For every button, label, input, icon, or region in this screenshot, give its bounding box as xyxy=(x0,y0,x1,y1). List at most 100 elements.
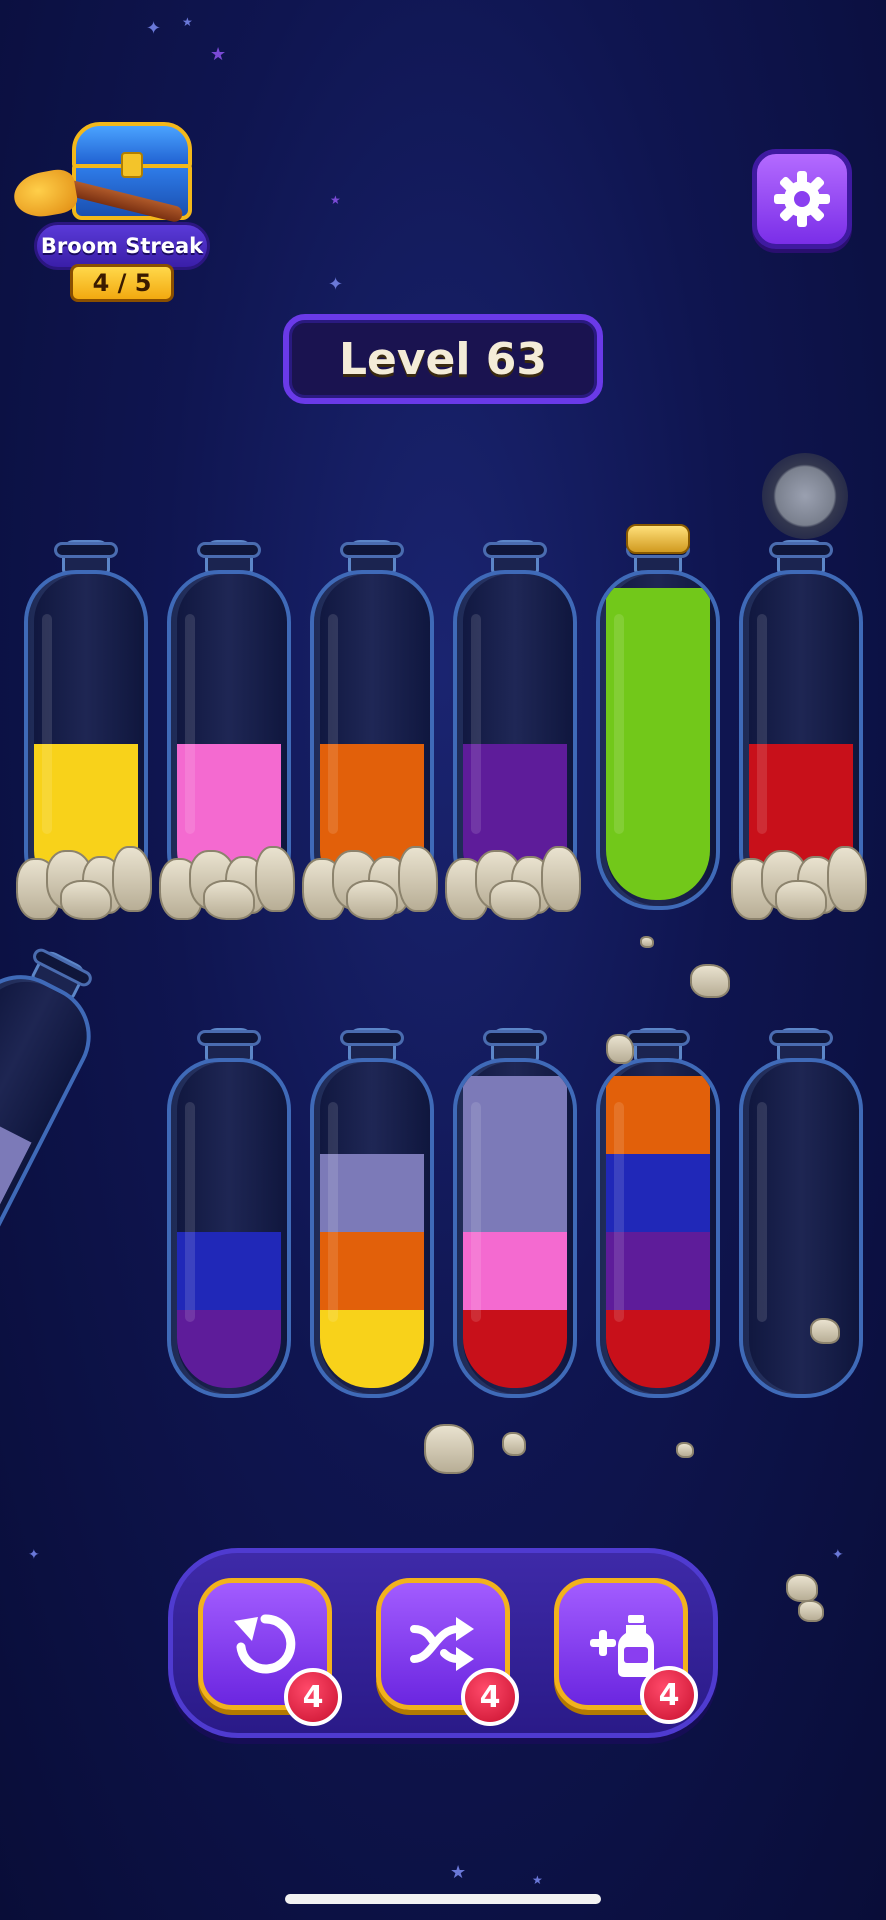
liquid-layer-yellow xyxy=(320,1310,424,1388)
streak-label: Broom Streak xyxy=(40,234,204,258)
rock-fragment xyxy=(640,936,654,948)
gear-icon xyxy=(774,171,830,227)
glass-highlight xyxy=(757,614,767,834)
star-decoration: ✦ xyxy=(832,1547,844,1563)
liquid-layer-lavender xyxy=(0,1095,32,1223)
bottle-glass xyxy=(453,1058,577,1398)
undo-icon xyxy=(234,1614,296,1674)
bottle-top-1[interactable] xyxy=(16,540,152,920)
glass-highlight xyxy=(328,1102,338,1322)
bottle-glass xyxy=(596,570,720,910)
glass-highlight xyxy=(757,1102,767,1322)
home-indicator xyxy=(285,1894,601,1904)
bottle-rim xyxy=(197,542,261,558)
undo-count: 4 xyxy=(302,1679,324,1715)
bottle-glass xyxy=(310,1058,434,1398)
add-bottle-count: 4 xyxy=(658,1677,680,1713)
bottle-glass xyxy=(596,1058,720,1398)
bottle-top-6[interactable] xyxy=(731,540,867,920)
bottle-glass xyxy=(0,957,109,1317)
shuffle-count: 4 xyxy=(479,1679,501,1715)
bottle-bottom-2[interactable] xyxy=(167,1028,291,1398)
bottle-rim xyxy=(626,1030,690,1046)
broom-head-icon xyxy=(10,166,80,222)
rock xyxy=(203,880,255,920)
bottle-glass xyxy=(167,1058,291,1398)
bottle-rim xyxy=(769,542,833,558)
rock-lock-cluster xyxy=(16,840,156,920)
rock-lock-cluster xyxy=(445,840,585,920)
rock-lock-cluster xyxy=(731,840,871,920)
streak-ribbon: Broom Streak xyxy=(34,222,210,270)
rock xyxy=(255,846,295,912)
undo-count-badge: 4 xyxy=(284,1668,342,1726)
bottle-cork-icon xyxy=(626,524,690,554)
rock xyxy=(489,880,541,920)
rock xyxy=(827,846,867,912)
streak-count: 4 / 5 xyxy=(92,269,152,297)
rock-lock-cluster xyxy=(302,840,442,920)
star-decoration: ★ xyxy=(532,1873,543,1887)
star-decoration: ✦ xyxy=(328,274,344,295)
bottle-pouring[interactable] xyxy=(0,930,122,1317)
bottle-bottom-4[interactable] xyxy=(453,1028,577,1398)
bottle-bottom-5[interactable] xyxy=(596,1028,720,1398)
streak-count-badge: 4 / 5 xyxy=(70,264,174,302)
rock-fragment xyxy=(690,964,730,998)
bottle-rim xyxy=(197,1030,261,1046)
rock-fragment xyxy=(810,1318,840,1344)
star-decoration: ✦ xyxy=(146,18,162,39)
star-decoration: ★ xyxy=(330,193,341,207)
rock xyxy=(112,846,152,912)
bottle-glass xyxy=(739,1058,863,1398)
bottle-top-4[interactable] xyxy=(445,540,581,920)
bottle-liquid xyxy=(0,1078,41,1303)
rock xyxy=(541,846,581,912)
liquid-layer-green xyxy=(606,822,710,900)
bottle-top-3[interactable] xyxy=(302,540,438,920)
liquid-layer-red xyxy=(463,1310,567,1388)
rock xyxy=(60,880,112,920)
rock xyxy=(775,880,827,920)
star-decoration: ★ xyxy=(182,15,193,29)
chest-lock-icon xyxy=(121,152,143,178)
level-banner: Level 63 xyxy=(283,314,603,404)
shuffle-count-badge: 4 xyxy=(461,1668,519,1726)
hint-indicator xyxy=(762,453,848,539)
liquid-layer-purple xyxy=(177,1310,281,1388)
glass-highlight xyxy=(185,614,195,834)
glass-highlight xyxy=(614,614,624,834)
rock-lock-cluster xyxy=(159,840,299,920)
settings-button[interactable] xyxy=(752,149,852,249)
add-bottle-count-badge: 4 xyxy=(640,1666,698,1724)
rock-fragment xyxy=(676,1442,694,1458)
bottle-rim xyxy=(769,1030,833,1046)
rock xyxy=(346,880,398,920)
broom-streak-widget[interactable]: Broom Streak 4 / 5 xyxy=(10,118,210,303)
rock-fragment xyxy=(798,1600,824,1622)
shuffle-icon xyxy=(410,1617,474,1671)
bottle-rim xyxy=(340,542,404,558)
star-decoration: ✦ xyxy=(28,1547,40,1563)
level-title: Level 63 xyxy=(338,333,548,385)
star-decoration: ★ xyxy=(450,1862,467,1883)
bottle-bottom-6[interactable] xyxy=(739,1028,863,1398)
glass-highlight xyxy=(328,614,338,834)
bottle-rim xyxy=(483,1030,547,1046)
bottle-top-5[interactable] xyxy=(596,524,720,910)
glass-highlight xyxy=(185,1102,195,1322)
glass-highlight xyxy=(471,1102,481,1322)
bottle-rim xyxy=(340,1030,404,1046)
rock-fragment xyxy=(424,1424,474,1474)
glass-highlight xyxy=(42,614,52,834)
glass-highlight xyxy=(471,614,481,834)
add-bottle-icon xyxy=(590,1615,654,1677)
rock xyxy=(398,846,438,912)
liquid-layer-red xyxy=(606,1310,710,1388)
bottle-rim xyxy=(54,542,118,558)
star-decoration: ★ xyxy=(210,44,227,65)
bottle-top-2[interactable] xyxy=(159,540,295,920)
glass-highlight xyxy=(614,1102,624,1322)
rock-fragment xyxy=(502,1432,526,1456)
bottle-bottom-3[interactable] xyxy=(310,1028,434,1398)
